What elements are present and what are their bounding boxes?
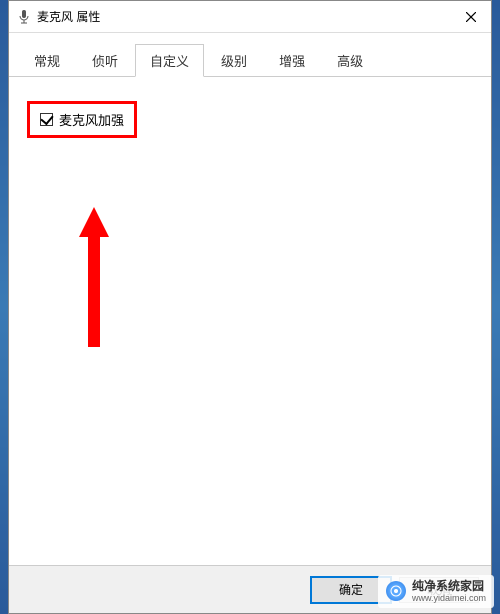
microphone-boost-label: 麦克风加强 [59,110,124,129]
tab-general[interactable]: 常规 [19,44,75,77]
titlebar: 麦克风 属性 [9,1,491,33]
watermark-logo-icon [386,581,406,601]
annotation-arrow-icon [79,207,109,347]
tab-enhancements[interactable]: 增强 [264,44,320,77]
microphone-properties-dialog: 麦克风 属性 常规 侦听 自定义 级别 增强 高级 麦克风加强 确定 取消 [8,0,492,614]
microphone-icon [17,10,31,24]
tab-levels[interactable]: 级别 [206,44,262,77]
microphone-boost-checkbox[interactable] [40,113,53,126]
tab-listen[interactable]: 侦听 [77,44,133,77]
tabstrip: 常规 侦听 自定义 级别 增强 高级 [9,33,491,77]
close-button[interactable] [451,1,491,33]
tab-custom[interactable]: 自定义 [135,44,204,77]
watermark: 纯净系统家园 www.yidaimei.com [378,575,494,608]
window-title: 麦克风 属性 [37,8,451,25]
watermark-name: 纯净系统家园 [412,579,486,593]
microphone-boost-row: 麦克风加强 [27,101,137,138]
watermark-url: www.yidaimei.com [412,593,486,604]
tab-advanced[interactable]: 高级 [322,44,378,77]
tab-content: 麦克风加强 [9,77,491,565]
